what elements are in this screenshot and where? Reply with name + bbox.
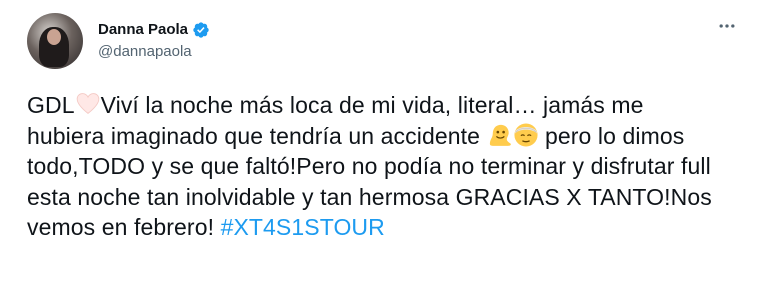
tweet-card: Danna Paola @dannapaola GDL Viví la noche…	[0, 0, 758, 306]
avatar-face	[47, 29, 61, 45]
face-with-head-bandage-icon	[513, 122, 538, 147]
user-info: Danna Paola @dannapaola	[98, 20, 210, 62]
user-handle[interactable]: @dannapaola	[98, 42, 210, 62]
display-name[interactable]: Danna Paola	[98, 20, 188, 40]
tweet-text-seg1: GDL	[27, 92, 75, 118]
name-row: Danna Paola	[98, 20, 210, 40]
more-options-icon[interactable]	[710, 16, 744, 36]
tweet-text: GDL Viví la noche más loca de mi vida, li…	[27, 90, 727, 243]
melting-face-icon	[489, 124, 511, 146]
more-dots-icon	[719, 24, 735, 28]
tweet-header: Danna Paola @dannapaola	[27, 12, 742, 70]
white-heart-icon	[76, 93, 99, 114]
avatar[interactable]	[27, 13, 83, 69]
verified-badge-icon	[193, 22, 209, 38]
hashtag-link[interactable]: #XT4S1STOUR	[221, 214, 385, 240]
